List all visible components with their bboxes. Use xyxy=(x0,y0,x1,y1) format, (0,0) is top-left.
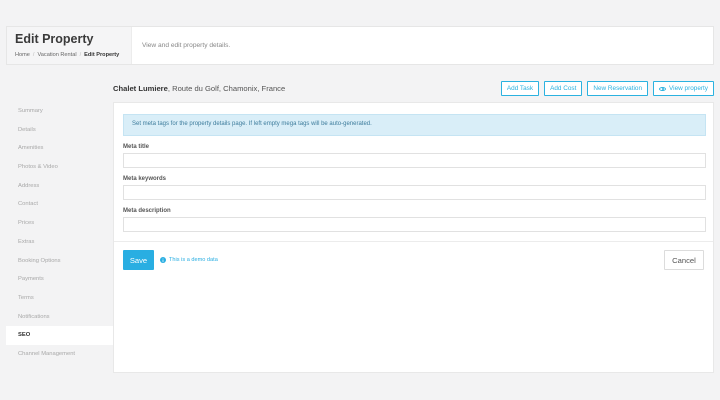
property-address: , Route du Golf, Chamonix, France xyxy=(167,84,286,93)
breadcrumb: Home / Vacation Rental / Edit Property xyxy=(15,52,131,58)
save-button[interactable]: Save xyxy=(123,250,154,270)
meta-keywords-label: Meta keywords xyxy=(123,176,167,182)
add-task-button[interactable]: Add Task xyxy=(500,81,540,96)
sidebar: Summary Details Amenities Photos & Video… xyxy=(6,102,114,364)
page-title: Edit Property xyxy=(15,32,94,46)
meta-title-input[interactable] xyxy=(123,153,706,168)
meta-description-label: Meta description xyxy=(123,208,171,214)
seo-info-alert: Set meta tags for the property details p… xyxy=(123,114,706,136)
sidebar-item-booking-options[interactable]: Booking Options xyxy=(6,252,114,271)
demo-data-text: This is a demo data xyxy=(169,257,218,263)
property-title-line: Chalet Lumiere, Route du Golf, Chamonix,… xyxy=(113,84,285,93)
page-title-box: Edit Property Home / Vacation Rental / E… xyxy=(7,27,132,64)
sidebar-item-prices[interactable]: Prices xyxy=(6,214,114,233)
sidebar-item-channel-management[interactable]: Channel Management xyxy=(6,345,114,364)
seo-panel: Set meta tags for the property details p… xyxy=(113,102,714,373)
meta-description-input[interactable] xyxy=(123,217,706,232)
sidebar-item-details[interactable]: Details xyxy=(6,121,114,140)
sidebar-item-extras[interactable]: Extras xyxy=(6,233,114,252)
view-property-label: View property xyxy=(669,85,708,92)
breadcrumb-vacation-rental[interactable]: Vacation Rental xyxy=(37,52,76,58)
meta-title-label: Meta title xyxy=(123,144,150,150)
add-cost-button[interactable]: Add Cost xyxy=(544,81,583,96)
demo-data-note: i This is a demo data xyxy=(160,257,218,263)
breadcrumb-separator: / xyxy=(79,52,82,58)
sidebar-item-payments[interactable]: Payments xyxy=(6,270,114,289)
cancel-button[interactable]: Cancel xyxy=(664,250,704,270)
eye-icon xyxy=(659,86,667,91)
breadcrumb-separator: / xyxy=(32,52,35,58)
action-bar: Add Task Add Cost New Reservation View p… xyxy=(500,81,714,96)
sidebar-item-terms[interactable]: Terms xyxy=(6,289,114,308)
sidebar-item-summary[interactable]: Summary xyxy=(6,102,114,121)
breadcrumb-home[interactable]: Home xyxy=(15,52,30,58)
page-description: View and edit property details. xyxy=(142,42,231,49)
page-header: Edit Property Home / Vacation Rental / E… xyxy=(6,26,714,65)
new-reservation-button[interactable]: New Reservation xyxy=(587,81,649,96)
sidebar-item-notifications[interactable]: Notifications xyxy=(6,308,114,327)
sidebar-item-seo[interactable]: SEO xyxy=(6,326,114,345)
view-property-button[interactable]: View property xyxy=(653,81,714,96)
sidebar-item-address[interactable]: Address xyxy=(6,177,114,196)
sidebar-item-contact[interactable]: Contact xyxy=(6,195,114,214)
meta-keywords-input[interactable] xyxy=(123,185,706,200)
form-divider xyxy=(114,241,713,242)
breadcrumb-current: Edit Property xyxy=(84,52,120,58)
sidebar-item-photos-video[interactable]: Photos & Video xyxy=(6,158,114,177)
property-name: Chalet Lumiere xyxy=(113,84,168,93)
sidebar-item-amenities[interactable]: Amenities xyxy=(6,139,114,158)
info-icon: i xyxy=(160,257,166,263)
